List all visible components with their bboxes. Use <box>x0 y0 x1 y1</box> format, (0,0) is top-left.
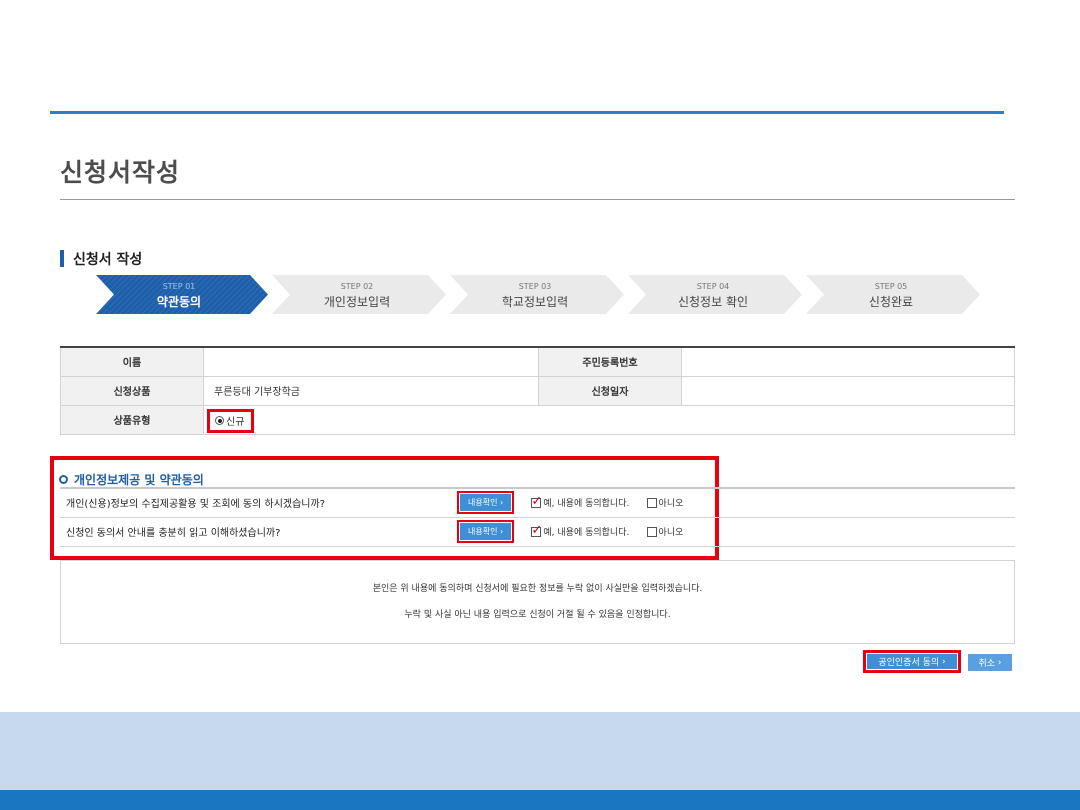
checkbox-empty-icon[interactable] <box>646 526 657 537</box>
agree-checkbox-2[interactable]: ✓ 예, 내용에 동의합니다. <box>531 524 630 538</box>
date-value <box>681 375 1015 406</box>
disagree-label: 아니오 <box>658 528 684 538</box>
agree-label: 예, 내용에 동의합니다. <box>543 499 630 510</box>
consent-row-1: 개인(신용)정보의 수집제공활용 및 조회에 동의 하시겠습니까? 내용확인 ›… <box>60 487 1015 518</box>
checkbox-checked-icon[interactable]: ✓ <box>531 524 542 537</box>
view-content-button-2[interactable]: 내용확인 › <box>460 523 512 540</box>
radio-selected-icon[interactable] <box>215 416 224 425</box>
agree-checkbox-1[interactable]: ✓ 예, 내용에 동의합니다. <box>531 495 630 510</box>
section-bar <box>60 250 64 267</box>
step-4: STEP 04 신청정보 확인 <box>624 275 802 314</box>
product-label: 신청상품 <box>60 375 204 406</box>
rrn-value <box>681 346 1015 377</box>
notice-line-1: 본인은 위 내용에 동의하며 신청서에 필요한 정보를 누락 없이 사실만을 입… <box>372 584 703 594</box>
consent-controls-1: 내용확인 › ✓ 예, 내용에 동의합니다. 아니오 <box>457 487 1015 518</box>
consent-heading: 개인정보제공 및 약관동의 <box>59 471 204 488</box>
cancel-label: 취소 <box>978 659 996 669</box>
section-heading: 신청서 작성 <box>60 250 143 268</box>
top-divider <box>50 111 1004 114</box>
cancel-button[interactable]: 취소 › <box>968 654 1012 671</box>
rrn-label: 주민등록번호 <box>538 346 682 377</box>
consent-title: 개인정보제공 및 약관동의 <box>74 473 204 487</box>
step-5-label: 신청완료 <box>868 295 914 309</box>
footer-band-light <box>0 712 1080 790</box>
consent-question-1: 개인(신용)정보의 수집제공활용 및 조회에 동의 하시겠습니까? <box>60 487 457 518</box>
step-progress: STEP 01 약관동의 STEP 02 개인정보입력 STEP 03 학교정보… <box>90 275 990 314</box>
table-row: 상품유형 신규 <box>60 404 1015 435</box>
page-title: 신청서작성 <box>60 158 181 187</box>
step-2-number: STEP 02 <box>340 282 374 291</box>
view-content-button-1[interactable]: 내용확인 › <box>460 494 512 512</box>
circle-bullet-icon <box>59 475 68 484</box>
product-value: 푸른등대 기부장학금 <box>203 375 539 406</box>
view-button-highlight: 내용확인 › <box>457 491 515 515</box>
step-5: STEP 05 신청완료 <box>802 275 980 314</box>
disagree-checkbox-1[interactable]: 아니오 <box>646 496 684 510</box>
step-2-label: 개인정보입력 <box>323 295 391 309</box>
disagree-checkbox-2[interactable]: 아니오 <box>646 525 684 538</box>
disagree-label: 아니오 <box>658 499 684 510</box>
consent-table: 개인(신용)정보의 수집제공활용 및 조회에 동의 하시겠습니까? 내용확인 ›… <box>60 487 1015 547</box>
step-3: STEP 03 학교정보입력 <box>446 275 624 314</box>
consent-controls-2: 내용확인 › ✓ 예, 내용에 동의합니다. 아니오 <box>457 516 1015 547</box>
applicant-info-table: 이름 주민등록번호 신청상품 푸른등대 기부장학금 신청일자 상품유형 신규 <box>60 346 1015 435</box>
step-1-label: 약관동의 <box>156 295 202 309</box>
view-content-label: 내용확인 <box>468 498 498 508</box>
type-value-cell: 신규 <box>203 404 1015 435</box>
date-label: 신청일자 <box>538 375 682 406</box>
cert-agree-button[interactable]: 공인인증서 동의 › <box>867 654 957 669</box>
cert-agree-label: 공인인증서 동의 <box>878 658 940 668</box>
type-new-label: 신규 <box>226 417 245 428</box>
step-4-number: STEP 04 <box>696 282 730 291</box>
agreement-notice: 본인은 위 내용에 동의하며 신청서에 필요한 정보를 누락 없이 사실만을 입… <box>60 560 1015 644</box>
name-label: 이름 <box>60 346 204 377</box>
table-row: 이름 주민등록번호 <box>60 346 1015 377</box>
step-3-label: 학교정보입력 <box>501 295 569 309</box>
step-5-number: STEP 05 <box>874 282 908 291</box>
step-4-label: 신청정보 확인 <box>677 295 749 309</box>
view-content-label: 내용확인 <box>468 527 498 536</box>
type-label: 상품유형 <box>60 404 204 435</box>
agree-label: 예, 내용에 동의합니다. <box>543 528 630 538</box>
step-2: STEP 02 개인정보입력 <box>268 275 446 314</box>
footer-band-dark <box>0 790 1080 810</box>
title-divider <box>60 199 1015 200</box>
checkbox-checked-icon[interactable]: ✓ <box>531 495 542 508</box>
view-button-highlight: 내용확인 › <box>457 520 515 543</box>
checkbox-empty-icon[interactable] <box>646 497 657 508</box>
step-3-number: STEP 03 <box>518 282 552 291</box>
table-row: 신청상품 푸른등대 기부장학금 신청일자 <box>60 375 1015 406</box>
section-title: 신청서 작성 <box>73 251 143 268</box>
step-1-number: STEP 01 <box>162 282 196 291</box>
cert-button-highlight: 공인인증서 동의 › <box>863 650 961 673</box>
consent-question-2: 신청인 동의서 안내를 충분히 읽고 이해하셨습니까? <box>60 516 457 547</box>
name-value <box>203 346 539 377</box>
consent-row-2: 신청인 동의서 안내를 충분히 읽고 이해하셨습니까? 내용확인 › ✓ 예, … <box>60 516 1015 547</box>
notice-line-2: 누락 및 사실 아닌 내용 입력으로 신청이 거절 될 수 있음을 인정합니다. <box>404 610 671 620</box>
type-new-radio-option[interactable]: 신규 <box>207 408 254 433</box>
step-1: STEP 01 약관동의 <box>90 275 268 314</box>
